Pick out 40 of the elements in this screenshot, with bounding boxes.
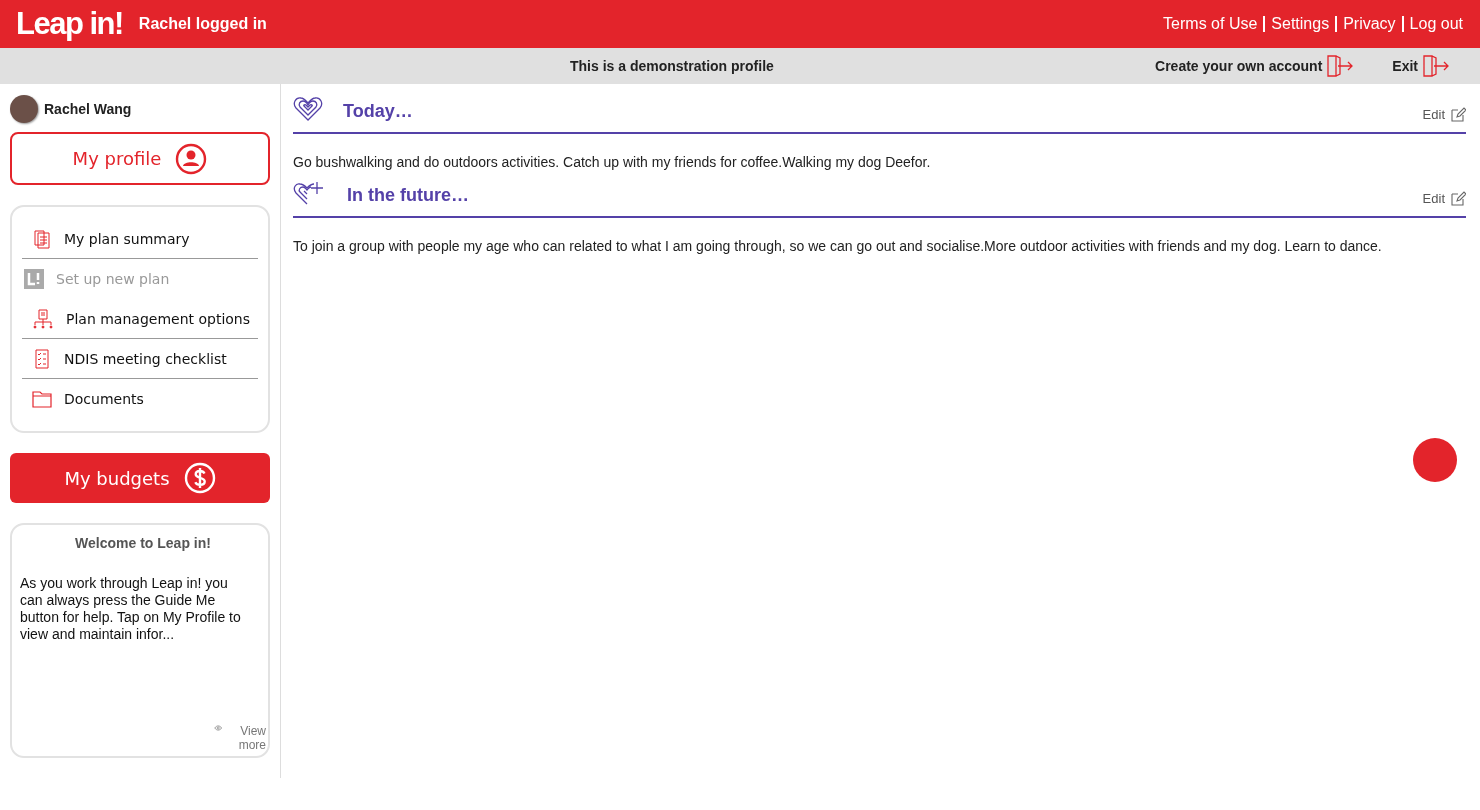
edit-button[interactable]: Edit (1422, 191, 1466, 206)
section-title: In the future… (347, 185, 469, 206)
banner-action-button[interactable]: Create your own account (1155, 54, 1355, 78)
org-chart-icon (32, 308, 54, 329)
banner-message: This is a demonstration profile (570, 58, 774, 74)
heart-icon (293, 96, 323, 122)
person-icon (175, 142, 208, 175)
edit-icon (1451, 191, 1466, 206)
edit-icon (1451, 107, 1466, 122)
header-link[interactable]: Terms of Use (1157, 16, 1264, 32)
nav-item[interactable]: Documents (22, 379, 258, 419)
section-title: Today… (343, 101, 413, 122)
view-more-link[interactable]: View more (214, 724, 266, 752)
logo-icon (24, 269, 44, 289)
guide-button[interactable] (1413, 438, 1457, 482)
eye-icon (214, 724, 223, 732)
welcome-text: As you work through Leap in! you can always press the Guide Me button for help. Tap on My Profile to view and maintain infor... (20, 575, 242, 643)
exit-icon (1422, 54, 1450, 78)
budgets-button[interactable]: My budgets (10, 453, 270, 503)
profile-button[interactable]: My profile (10, 132, 270, 185)
logo: Leap in! (16, 6, 123, 42)
header-link[interactable]: Settings (1263, 16, 1336, 32)
folder-icon (32, 390, 52, 408)
nav-item[interactable]: NDIS meeting checklist (22, 339, 258, 379)
welcome-title: Welcome to Leap in! (74, 535, 212, 551)
login-status: Rachel logged in (138, 15, 267, 33)
nav-item[interactable]: Plan management options (22, 299, 258, 339)
checklist-icon (32, 348, 52, 369)
edit-button[interactable]: Edit (1422, 107, 1466, 122)
dollar-icon (183, 462, 216, 494)
section-text: Go bushwalking and do outdoors activities. Catch up with my friends for coffee.Walking my dog Deefor. (293, 154, 932, 170)
header-link[interactable]: Privacy (1335, 16, 1402, 32)
exit-icon (1326, 54, 1355, 78)
document-icon (32, 228, 52, 249)
user-name: Rachel Wang (44, 101, 132, 117)
section-text: To join a group with people my age who can related to what I am going through, so we can go out and socialise.More outdoor activities with friends and my dog. Learn to dance. (293, 238, 1383, 254)
banner-action-button[interactable]: Exit (1392, 54, 1450, 78)
nav-item[interactable]: My plan summary (22, 219, 258, 259)
avatar (10, 95, 38, 123)
header-link[interactable]: Log out (1401, 16, 1463, 32)
